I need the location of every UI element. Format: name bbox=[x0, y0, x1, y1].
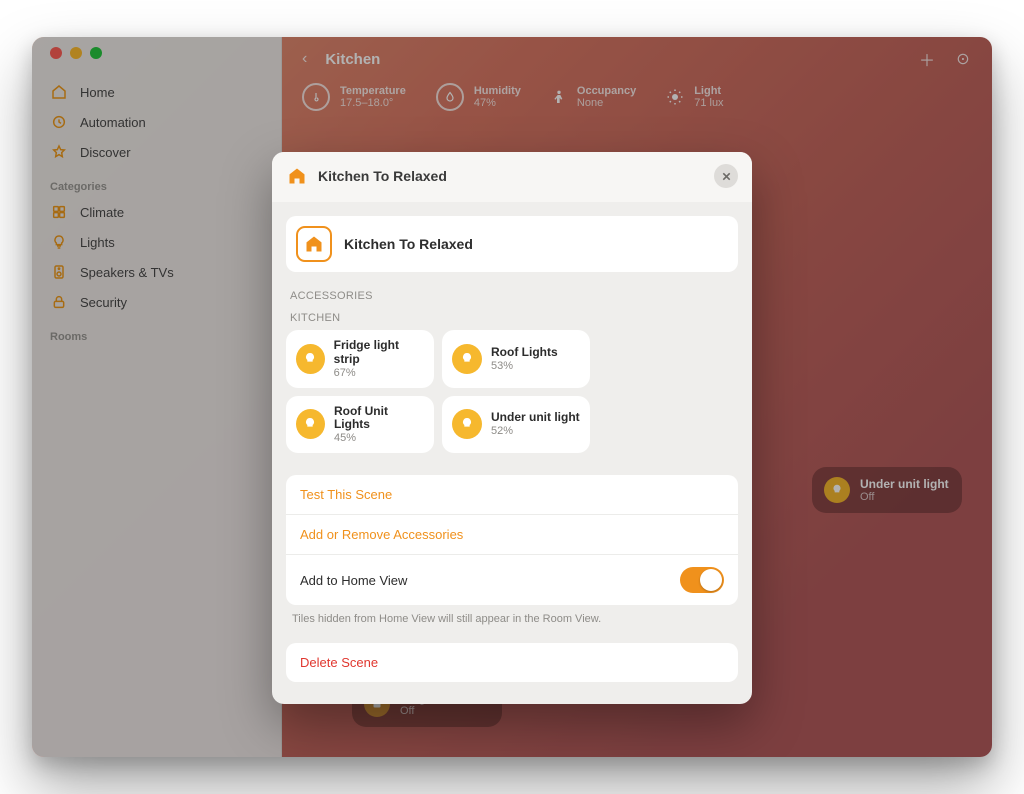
app-window: Home Automation Discover Categories Clim… bbox=[32, 37, 992, 757]
delete-scene-button[interactable]: Delete Scene bbox=[286, 643, 738, 682]
add-to-home-view-row: Add to Home View bbox=[286, 554, 738, 605]
modal-header: Kitchen To Relaxed bbox=[272, 152, 752, 202]
house-icon bbox=[296, 226, 332, 262]
bulb-icon bbox=[296, 409, 325, 439]
accessory-tile[interactable]: Fridge light strip67% bbox=[286, 330, 434, 388]
bulb-icon bbox=[452, 409, 482, 439]
close-button[interactable] bbox=[714, 164, 738, 188]
home-view-hint: Tiles hidden from Home View will still a… bbox=[286, 605, 738, 629]
test-scene-button[interactable]: Test This Scene bbox=[286, 475, 738, 514]
accessories-header: ACCESSORIES bbox=[286, 272, 738, 308]
scene-options-list: Test This Scene Add or Remove Accessorie… bbox=[286, 475, 738, 605]
delete-scene-block: Delete Scene bbox=[286, 643, 738, 682]
bulb-icon bbox=[452, 344, 482, 374]
add-to-home-view-label: Add to Home View bbox=[300, 573, 407, 588]
add-remove-accessories-button[interactable]: Add or Remove Accessories bbox=[286, 514, 738, 554]
modal-body: Kitchen To Relaxed ACCESSORIES KITCHEN F… bbox=[272, 202, 752, 704]
room-subheader: KITCHEN bbox=[286, 308, 738, 330]
add-to-home-view-toggle[interactable] bbox=[680, 567, 724, 593]
accessory-tile[interactable]: Roof Unit Lights45% bbox=[286, 396, 434, 454]
accessory-tile[interactable]: Under unit light52% bbox=[442, 396, 590, 454]
scene-name-label: Kitchen To Relaxed bbox=[344, 236, 473, 252]
accessories-grid: Fridge light strip67% Roof Lights53% Roo… bbox=[286, 330, 738, 453]
scene-settings-modal: Kitchen To Relaxed Kitchen To Relaxed AC… bbox=[272, 152, 752, 704]
accessory-tile[interactable]: Roof Lights53% bbox=[442, 330, 590, 388]
bulb-icon bbox=[296, 344, 325, 374]
house-icon bbox=[286, 165, 308, 187]
scene-name-row[interactable]: Kitchen To Relaxed bbox=[286, 216, 738, 272]
modal-title: Kitchen To Relaxed bbox=[318, 168, 704, 184]
